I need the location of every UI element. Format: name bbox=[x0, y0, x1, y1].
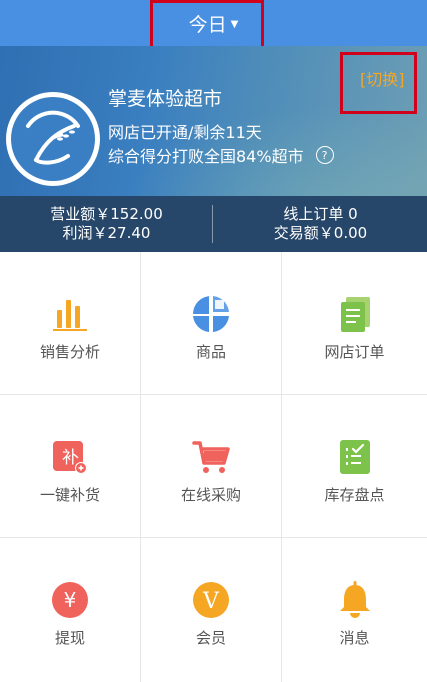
period-label: 今日 bbox=[188, 13, 227, 36]
svg-text:¥: ¥ bbox=[64, 588, 77, 612]
svg-text:V: V bbox=[202, 589, 220, 614]
store-status: 网店已开通/剩余11天 bbox=[108, 123, 262, 142]
period-selector[interactable]: 今日 ▼ bbox=[0, 0, 427, 46]
score-text: 综合得分打败全国84%超市 bbox=[108, 147, 304, 166]
store-name: 掌麦体验超市 bbox=[108, 88, 223, 110]
grid-item-goods[interactable]: 商品 bbox=[141, 252, 282, 395]
grid-item-inventory-check[interactable]: 库存盘点 bbox=[282, 395, 427, 538]
grid-item-label: 会员 bbox=[195, 629, 226, 647]
stats-left: 营业额￥152.00 利润￥27.40 bbox=[0, 205, 213, 243]
grid-item-withdraw[interactable]: ¥ 提现 bbox=[0, 538, 141, 682]
order-document-icon bbox=[335, 294, 375, 334]
stats-divider bbox=[212, 205, 213, 243]
restock-icon: 补 bbox=[50, 437, 90, 477]
grid-item-label: 网店订单 bbox=[324, 343, 385, 361]
shopping-cart-icon bbox=[191, 437, 231, 477]
grid-item-member[interactable]: V 会员 bbox=[141, 538, 282, 682]
withdraw-yuan-icon: ¥ bbox=[50, 580, 90, 620]
caret-down-icon: ▼ bbox=[230, 18, 239, 30]
function-grid: 销售分析 商品 网店订单 补 一键补货 在线采购 库存盘点 ¥ 提现 V 会员 … bbox=[0, 252, 427, 682]
bell-icon bbox=[335, 580, 375, 620]
grid-item-label: 提现 bbox=[54, 629, 85, 647]
stats-right: 线上订单 0 交易额￥0.00 bbox=[214, 205, 427, 243]
wheat-logo-icon bbox=[11, 97, 95, 181]
grid-item-label: 在线采购 bbox=[180, 486, 241, 504]
grid-item-sales-analysis[interactable]: 销售分析 bbox=[0, 252, 141, 395]
revenue-stat: 营业额￥152.00 bbox=[50, 205, 163, 223]
grid-item-label: 商品 bbox=[195, 343, 226, 361]
goods-grid-icon bbox=[191, 294, 231, 334]
bar-chart-icon bbox=[50, 294, 90, 334]
grid-item-label: 消息 bbox=[339, 629, 370, 647]
transaction-amount-stat: 交易额￥0.00 bbox=[273, 224, 368, 242]
grid-item-restock[interactable]: 补 一键补货 bbox=[0, 395, 141, 538]
store-score: 综合得分打败全国84%超市 ? bbox=[108, 143, 334, 167]
grid-item-online-orders[interactable]: 网店订单 bbox=[282, 252, 427, 395]
grid-item-label: 一键补货 bbox=[39, 486, 100, 504]
grid-item-online-purchase[interactable]: 在线采购 bbox=[141, 395, 282, 538]
inventory-checklist-icon bbox=[335, 437, 375, 477]
member-v-icon: V bbox=[191, 580, 231, 620]
grid-item-label: 销售分析 bbox=[39, 343, 100, 361]
grid-item-messages[interactable]: 消息 bbox=[282, 538, 427, 682]
store-logo bbox=[6, 92, 100, 186]
online-orders-stat: 线上订单 0 bbox=[283, 205, 358, 223]
stats-strip: 营业额￥152.00 利润￥27.40 线上订单 0 交易额￥0.00 bbox=[0, 196, 427, 252]
help-icon[interactable]: ? bbox=[315, 146, 334, 164]
switch-store-button[interactable]: [切换] bbox=[360, 66, 405, 90]
profit-stat: 利润￥27.40 bbox=[62, 224, 151, 242]
grid-item-label: 库存盘点 bbox=[324, 486, 385, 504]
